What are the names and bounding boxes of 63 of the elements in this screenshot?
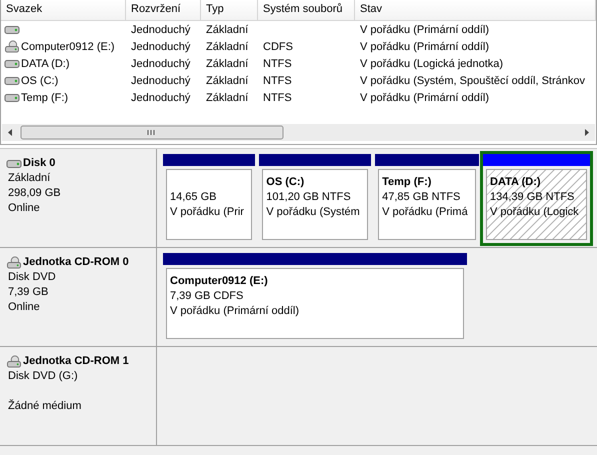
partition-name: DATA (D:): [490, 175, 542, 190]
table-cell: CDFS: [263, 40, 293, 52]
partition-name: OS (C:): [266, 175, 306, 190]
table-cell-text: Jednoduchý: [130, 24, 192, 36]
cd-drive-icon: [6, 355, 22, 368]
table-cell: NTFS: [263, 92, 292, 104]
partition-name: Computer0912 (E:): [170, 274, 269, 289]
volume-name: Temp (F:): [21, 92, 68, 104]
volume-name: DATA (D:): [21, 58, 70, 70]
table-cell-text: Základní: [205, 24, 250, 36]
table-cell-text: V pořádku (Primární oddíl): [359, 24, 490, 36]
table-cell-text: Základní: [205, 74, 250, 86]
partition-size: 7,39 GB CDFS: [170, 289, 244, 304]
volume-name: Computer0912 (E:): [21, 40, 115, 52]
table-cell-text: Základní: [205, 40, 250, 52]
partition-status: V pořádku (Systém: [266, 205, 361, 220]
disk-title: Jednotka CD-ROM 1: [23, 354, 129, 369]
drive-icon: [4, 57, 20, 70]
drive-icon: [4, 74, 20, 87]
disk-capacity: 7,39 GB: [8, 285, 50, 300]
table-cell-text: Jednoduchý: [130, 92, 192, 104]
disk-status: Online: [8, 201, 41, 216]
table-cell-text: V pořádku (Primární oddíl): [359, 92, 490, 104]
partition-status: V pořádku (Logick: [490, 205, 580, 220]
cd-drive-icon: [4, 40, 20, 53]
partition-status: V pořádku (Prir: [170, 205, 245, 220]
column-header[interactable]: Svazek: [1, 0, 126, 20]
drive-icon: [4, 91, 20, 104]
table-cell-text: V pořádku (Logická jednotka): [359, 58, 504, 70]
disk-type: Základní: [8, 171, 52, 186]
partition-size: 47,85 GB NTFS: [382, 190, 462, 205]
partition-size: 134,39 GB NTFS: [490, 190, 576, 205]
cd-drive-icon: [6, 256, 22, 269]
horizontal-scrollbar[interactable]: [2, 124, 595, 141]
table-cell: NTFS: [263, 74, 292, 86]
table-cell-text: V pořádku (Systém, Spouštěcí oddíl, Stránkov: [359, 74, 586, 86]
partition-name: Temp (F:): [382, 175, 432, 190]
table-cell-text: Jednoduchý: [130, 40, 192, 52]
partition-status: V pořádku (Primá: [382, 205, 469, 220]
column-header[interactable]: Typ: [201, 0, 258, 20]
partition-status: V pořádku (Primární oddíl): [170, 304, 300, 319]
drive-icon: [4, 23, 20, 36]
disk-type: Disk DVD (G:): [8, 369, 79, 384]
drive-icon: [6, 157, 22, 170]
disk-title: Disk 0: [23, 156, 56, 171]
partition-size: 14,65 GB: [170, 190, 218, 205]
disk-status: Online: [8, 300, 41, 315]
partition-size: 101,20 GB NTFS: [266, 190, 352, 205]
table-cell-text: Základní: [205, 58, 250, 70]
column-header[interactable]: Rozvržení: [126, 0, 201, 20]
disk-title: Jednotka CD-ROM 0: [23, 255, 129, 270]
table-cell-text: Jednoduchý: [130, 58, 192, 70]
table-cell-text: Jednoduchý: [130, 74, 192, 86]
disk-type: Disk DVD: [8, 270, 57, 285]
column-header[interactable]: Stav: [355, 0, 596, 20]
disk-status: Žádné médium: [8, 399, 82, 414]
column-header[interactable]: Systém souborů: [258, 0, 355, 20]
table-cell-text: Základní: [205, 92, 250, 104]
disk-capacity: 298,09 GB: [8, 186, 62, 201]
volume-name: OS (C:): [21, 74, 58, 86]
table-cell-text: V pořádku (Primární oddíl): [359, 40, 490, 52]
partition[interactable]: DATA (D:) 134,39 GB NTFS V pořádku (Logick: [480, 151, 593, 246]
table-cell: NTFS: [263, 58, 292, 70]
